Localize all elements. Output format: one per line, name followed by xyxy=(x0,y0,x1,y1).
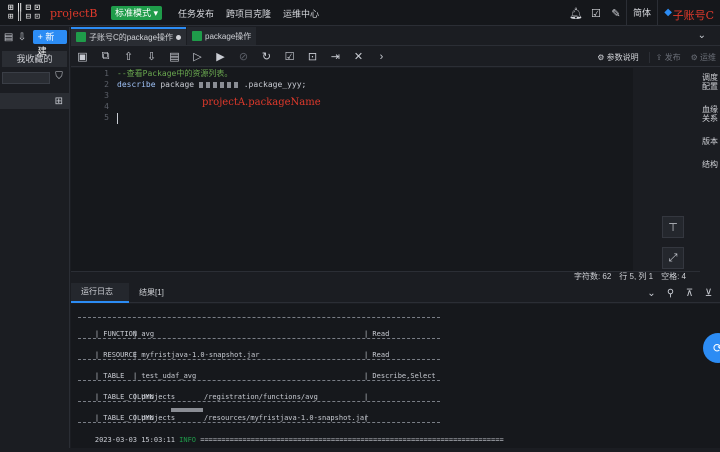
tab-run-log[interactable]: 运行日志 xyxy=(71,282,129,303)
nav-task-publish[interactable]: 任务发布 xyxy=(178,7,214,20)
code-line-1: --查看Package中的资源列表。 xyxy=(117,69,233,78)
import-icon[interactable]: ⇩ xyxy=(15,30,28,44)
scroll-top-icon[interactable]: ⊤ xyxy=(662,216,684,238)
expand-icon[interactable]: ⤢ xyxy=(662,247,684,269)
cursor-position: 行 5, 列 1 xyxy=(619,272,654,281)
top-bar: ⊞ ‖ ⊟ ⊡ ⊞ ‖ ⊟ ⊡ projectB 标准模式 ▾ 任务发布 跨项目… xyxy=(0,0,720,26)
favorites-button[interactable]: 我收藏的 xyxy=(2,51,67,67)
nav-ops-center[interactable]: 运维中心 xyxy=(283,7,319,20)
upload-icon[interactable]: ⇧ xyxy=(117,47,140,67)
format-icon[interactable]: ▤ xyxy=(163,47,186,67)
sidebar: ▤ ⇩ + 新建 我收藏的 ⛉ ⊞ xyxy=(0,27,70,448)
run-icon[interactable]: ▷ xyxy=(186,47,209,67)
log-timestamp-line: 2023-03-03 15:03:11 INFO ===============… xyxy=(94,436,504,444)
editor-tabs: 子账号C的package操作 package操作 ⌄ xyxy=(71,27,720,46)
code-line-2: describe package .package_yyy; xyxy=(117,80,307,89)
text-cursor xyxy=(117,113,118,124)
save-icon[interactable]: ▣ xyxy=(71,47,94,67)
table-separator xyxy=(78,338,440,339)
maximize-icon[interactable]: ⊼ xyxy=(680,288,699,299)
status-bar: 字符数: 62 行 5, 列 1 空格: 4 xyxy=(71,271,700,282)
rightbar-version[interactable]: 版本 xyxy=(700,137,720,146)
sql-file-icon xyxy=(192,31,203,41)
folder-icon[interactable]: ▤ xyxy=(2,30,15,44)
unsaved-dot-icon[interactable] xyxy=(176,34,182,40)
grid-icon[interactable]: ⊞ xyxy=(55,96,63,107)
download-icon[interactable]: ⇩ xyxy=(140,47,163,67)
minimap[interactable] xyxy=(633,68,689,271)
ops-button[interactable]: ⚙ 运维 xyxy=(691,52,716,63)
params-doc-button[interactable]: ⚙ 参数说明 xyxy=(597,52,638,63)
code-lines[interactable]: --查看Package中的资源列表。 describe package .pac… xyxy=(117,68,306,123)
import-table-icon[interactable]: ⇥ xyxy=(324,47,347,67)
refresh-icon[interactable]: ↻ xyxy=(255,47,278,67)
rightbar-structure[interactable]: 结构 xyxy=(700,160,720,169)
table-separator xyxy=(78,401,440,402)
chevron-right-icon[interactable]: › xyxy=(370,47,393,67)
code-editor[interactable]: 1 2 3 4 5 --查看Package中的资源列表。 describe pa… xyxy=(71,68,633,271)
rightbar-lineage[interactable]: 血缘关系 xyxy=(700,105,720,123)
output-panel-tabs: 运行日志 结果[1] ⌄ ⚲ ⊼ ⊻ xyxy=(71,282,720,303)
app-logo[interactable]: ⊞ ‖ ⊟ ⊡ ⊞ ‖ ⊟ ⊡ xyxy=(8,4,48,22)
publish-button[interactable]: ⇪ 发布 xyxy=(648,51,681,63)
account-annotation[interactable]: 子账号C xyxy=(673,7,714,23)
redacted-text xyxy=(171,408,203,412)
search-input[interactable] xyxy=(2,72,50,84)
doc-icon[interactable]: ☑ xyxy=(586,0,606,26)
bell-icon[interactable]: 🔔︎ xyxy=(566,0,586,26)
tab-result-1[interactable]: 结果[1] xyxy=(129,283,174,303)
tab-subaccount-package[interactable]: 子账号C的package操作 xyxy=(71,27,187,45)
chevron-down-icon[interactable]: ⌄ xyxy=(698,30,706,41)
top-nav: 任务发布 跨项目克隆 运维中心 xyxy=(178,7,319,20)
mode-selector[interactable]: 标准模式 ▾ xyxy=(111,6,163,20)
project-annotation: projectB xyxy=(50,7,98,20)
indent-setting[interactable]: 空格: 4 xyxy=(661,272,686,282)
filter-icon[interactable]: ⛉ xyxy=(52,69,66,83)
table-separator xyxy=(78,422,440,423)
check-icon[interactable]: ☑ xyxy=(278,47,301,67)
pin-icon[interactable]: ⚲ xyxy=(661,288,680,299)
diamond-icon: ◆ xyxy=(664,7,672,18)
tools-icon[interactable]: ✕ xyxy=(347,47,370,67)
editor-toolbar: ▣ ⧉ ⇧ ⇩ ▤ ▷ ▶ ⊘ ↻ ☑ ⊡ ⇥ ✕ › ⚙ 参数说明 ⇪ 发布 … xyxy=(71,47,720,67)
cost-estimate-icon[interactable]: ⊡ xyxy=(301,47,324,67)
package-annotation: projectA.packageName xyxy=(202,97,321,108)
new-button[interactable]: + 新建 xyxy=(32,30,68,56)
chevron-down-circle-icon[interactable]: ⌄ xyxy=(642,288,661,299)
log-row: | TABLE_COLUMN | projects/resources/myfri… xyxy=(78,406,368,430)
table-separator xyxy=(78,359,440,360)
right-sidebar: 调度配置 血缘关系 版本 结构 xyxy=(700,67,720,287)
tab-package[interactable]: package操作 xyxy=(187,27,257,45)
stop-icon[interactable]: ⊘ xyxy=(232,47,255,67)
wrench-icon[interactable]: ✎ xyxy=(606,0,626,26)
table-separator xyxy=(78,317,440,318)
rightbar-schedule-config[interactable]: 调度配置 xyxy=(700,73,720,91)
language-switch[interactable]: 简体 xyxy=(625,0,658,26)
line-gutter: 1 2 3 4 5 xyxy=(104,69,109,122)
run-params-icon[interactable]: ▶ xyxy=(209,47,232,67)
copy-icon[interactable]: ⧉ xyxy=(94,47,117,67)
table-separator xyxy=(78,380,440,381)
redacted-text xyxy=(198,81,239,88)
minimize-icon[interactable]: ⊻ xyxy=(699,288,718,299)
nav-cross-project-clone[interactable]: 跨项目克隆 xyxy=(226,7,271,20)
char-count: 字符数: 62 xyxy=(573,272,612,281)
run-log-output[interactable]: | FUNCTION | avg | Read | RESOURCE | myfris… xyxy=(71,304,720,448)
sql-file-icon xyxy=(76,32,86,42)
tree-item-selected[interactable]: ⊞ xyxy=(0,93,69,109)
